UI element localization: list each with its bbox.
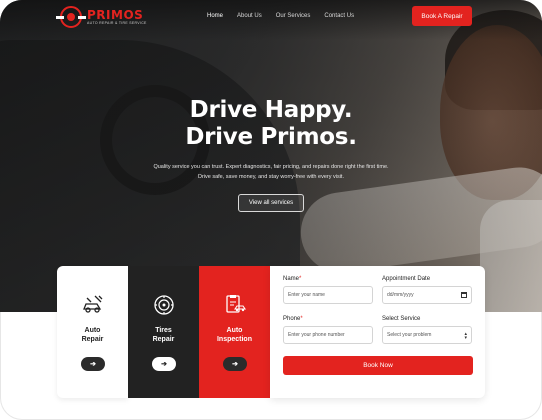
service-title-line-1: Auto xyxy=(84,327,101,334)
hero-headline-line-1: Drive Happy. xyxy=(189,97,353,123)
calendar-icon[interactable] xyxy=(461,292,467,298)
service-card-auto-inspection[interactable]: Auto Inspection ➔ xyxy=(199,266,270,398)
brand-logo[interactable]: PRIMOS AUTO REPAIR & TIRE SERVICE xyxy=(56,6,147,28)
brand-name: PRIMOS xyxy=(87,7,144,22)
select-service-dropdown[interactable]: Select your problem ▴ ▾ xyxy=(382,326,472,344)
tire-icon xyxy=(152,294,176,316)
car-repair-icon xyxy=(81,294,105,316)
view-all-services-button[interactable]: View all services xyxy=(238,194,304,212)
name-input[interactable]: Enter your name xyxy=(283,286,373,304)
service-cards: Auto Repair ➔ Tires Repair ➔ Auto Inspec… xyxy=(57,266,270,398)
appointment-date-input[interactable]: dd/mm/yyyy xyxy=(382,286,472,304)
brand-tagline: AUTO REPAIR & TIRE SERVICE xyxy=(87,20,147,25)
nav-item-our-services[interactable]: Our Services xyxy=(276,13,311,19)
service-title-line-2: Repair xyxy=(152,336,175,343)
service-title-line-2: Inspection xyxy=(216,336,252,343)
name-label-text: Name xyxy=(283,276,300,282)
book-now-button[interactable]: Book Now xyxy=(283,356,473,375)
booking-form: Name* Enter your name Appointment Date d… xyxy=(270,266,485,398)
name-label: Name* xyxy=(283,276,301,282)
service-card-auto-repair[interactable]: Auto Repair ➔ xyxy=(57,266,128,398)
arrow-right-icon[interactable]: ➔ xyxy=(223,357,247,371)
required-mark: * xyxy=(300,316,303,322)
hero-headline: Drive Happy. Drive Primos. xyxy=(0,97,542,151)
arrow-right-icon[interactable]: ➔ xyxy=(152,357,176,371)
service-title-line-1: Auto xyxy=(226,327,243,334)
service-card-tires-repair[interactable]: Tires Repair ➔ xyxy=(128,266,199,398)
hero-subtext: Quality service you can trust. Expert di… xyxy=(153,164,389,180)
nav-item-about-us[interactable]: About Us xyxy=(237,13,262,19)
service-card-title: Auto Inspection xyxy=(217,326,252,344)
phone-label-text: Phone xyxy=(283,316,301,322)
inspection-clipboard-icon xyxy=(223,294,247,316)
logo-text: PRIMOS AUTO REPAIR & TIRE SERVICE xyxy=(87,9,147,26)
service-title-line-1: Tires xyxy=(155,327,172,334)
nav-item-home[interactable]: Home xyxy=(207,13,223,19)
chevron-updown-icon: ▴ ▾ xyxy=(464,331,467,341)
service-title-line-2: Repair xyxy=(81,336,104,343)
phone-label: Phone* xyxy=(283,316,303,322)
select-service-value: Select your problem xyxy=(387,332,432,338)
date-placeholder: dd/mm/yyyy xyxy=(387,292,414,298)
top-navigation: PRIMOS AUTO REPAIR & TIRE SERVICE Home A… xyxy=(0,0,542,34)
book-a-repair-button[interactable]: Book A Repair xyxy=(412,6,472,26)
appointment-date-label: Appointment Date xyxy=(382,276,431,282)
hero-headline-line-2: Drive Primos. xyxy=(185,124,357,150)
logo-wheel-icon xyxy=(56,6,86,28)
phone-input[interactable]: Enter your phone number xyxy=(283,326,373,344)
select-service-label: Select Service xyxy=(382,316,421,322)
service-card-title: Tires Repair xyxy=(153,326,175,344)
arrow-right-icon[interactable]: ➔ xyxy=(81,357,105,371)
nav-menu: Home About Us Our Services Contact Us xyxy=(207,13,368,19)
page-frame: PRIMOS AUTO REPAIR & TIRE SERVICE Home A… xyxy=(0,0,542,420)
service-card-title: Auto Repair xyxy=(82,326,104,344)
nav-item-contact-us[interactable]: Contact Us xyxy=(324,13,354,19)
required-mark: * xyxy=(299,276,302,282)
